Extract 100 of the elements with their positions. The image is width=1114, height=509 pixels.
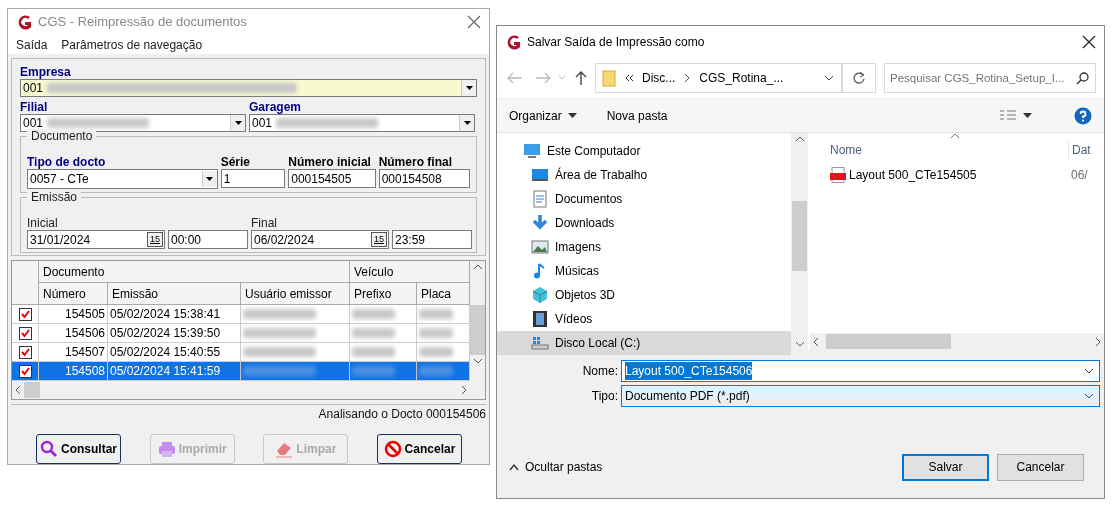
date-value: 31/01/2024 bbox=[30, 231, 91, 249]
table-cell: 05/02/2024 15:38:41 bbox=[108, 305, 241, 324]
view-list-icon bbox=[999, 109, 1017, 122]
combo-box[interactable]: 001 bbox=[20, 79, 477, 97]
printer-icon bbox=[157, 440, 176, 458]
file-item[interactable]: Layout 500_CTe154505 bbox=[810, 166, 1071, 184]
drive-icon bbox=[531, 334, 549, 352]
cancel-icon bbox=[383, 440, 402, 458]
nav-item[interactable]: Documentos bbox=[497, 187, 791, 211]
chevrons-icon bbox=[624, 73, 634, 83]
calendar-button[interactable]: 15 bbox=[147, 232, 163, 247]
close-icon[interactable] bbox=[1082, 35, 1096, 49]
field-label: Tipo de docto bbox=[27, 155, 107, 169]
date-field[interactable]: 06/02/2024 15 bbox=[251, 230, 389, 249]
pdf-file-icon bbox=[830, 167, 846, 183]
checkbox[interactable] bbox=[18, 307, 32, 321]
cube-icon bbox=[531, 286, 549, 304]
column-header[interactable]: Usuário emissor bbox=[241, 283, 350, 305]
toolbar-button[interactable]: Organizar bbox=[509, 106, 577, 125]
search-field[interactable]: Pesquisar CGS_Rotina_Setup_I... bbox=[884, 63, 1096, 93]
document-icon bbox=[531, 190, 549, 208]
table-cell: 05/02/2024 15:41:59 bbox=[108, 362, 241, 381]
refresh-button[interactable] bbox=[841, 63, 876, 93]
combo-value: 001 bbox=[23, 115, 44, 131]
field-label: Nome: bbox=[581, 363, 618, 380]
breadcrumb-item[interactable]: CGS_Rotina_... bbox=[699, 69, 784, 87]
menu-item[interactable]: Parâmetros de navegação bbox=[61, 35, 203, 54]
search-icon bbox=[40, 440, 58, 458]
field-label: Inicial bbox=[27, 216, 59, 230]
column-header[interactable]: Prefixo bbox=[350, 283, 417, 305]
nav-item[interactable]: Imagens bbox=[497, 235, 791, 259]
date-field[interactable]: 31/01/2024 15 bbox=[27, 230, 165, 249]
action-button[interactable]: Consultar bbox=[36, 434, 121, 464]
view-button[interactable] bbox=[999, 109, 1032, 122]
column-header[interactable]: Dat bbox=[1068, 141, 1091, 159]
time-field[interactable]: 23:59 bbox=[392, 230, 472, 249]
blurred-text bbox=[419, 366, 453, 376]
up-icon[interactable] bbox=[573, 70, 589, 86]
refresh-icon bbox=[851, 71, 866, 85]
caret-icon bbox=[1023, 112, 1032, 119]
scrollbar-thumb[interactable] bbox=[826, 334, 951, 349]
column-group-header: Documento bbox=[39, 261, 350, 283]
text-field[interactable]: 000154505 bbox=[288, 169, 376, 188]
dropdown-arrow-icon[interactable] bbox=[205, 175, 215, 183]
nav-item[interactable]: Disco Local (C:) bbox=[497, 331, 791, 355]
help-icon[interactable] bbox=[1074, 106, 1092, 125]
search-icon bbox=[1076, 71, 1090, 85]
menu-item[interactable]: Saída bbox=[16, 35, 48, 54]
nav-item[interactable]: Vídeos bbox=[497, 307, 791, 331]
app-logo-icon bbox=[505, 34, 521, 50]
combo-box[interactable]: 0057 - CTe bbox=[27, 169, 218, 189]
column-header[interactable]: Placa bbox=[417, 283, 470, 305]
field-label: Empresa bbox=[20, 65, 72, 79]
dialog-button[interactable]: Salvar bbox=[902, 453, 989, 481]
text-field[interactable]: 000154508 bbox=[378, 169, 470, 188]
combo-box[interactable]: 001 bbox=[20, 114, 246, 132]
toolbar-button[interactable]: Nova pasta bbox=[606, 106, 668, 125]
field-label: Número inicial bbox=[288, 155, 372, 169]
column-group-header: Veículo bbox=[350, 261, 470, 283]
nav-item[interactable]: Este Computador bbox=[497, 139, 791, 163]
text-field[interactable]: 1 bbox=[220, 169, 286, 188]
hide-folders-button[interactable]: Ocultar pastas bbox=[509, 458, 603, 476]
checkbox[interactable] bbox=[18, 326, 32, 340]
breadcrumb-item[interactable]: Disc... bbox=[642, 69, 676, 87]
combo-value: 001 bbox=[252, 115, 273, 132]
nav-item[interactable]: Músicas bbox=[497, 259, 791, 283]
computer-icon bbox=[523, 142, 541, 160]
column-header[interactable]: Número bbox=[39, 283, 108, 305]
field-label: Garagem bbox=[249, 100, 303, 114]
table-cell: 154505 bbox=[39, 305, 108, 324]
checkbox[interactable] bbox=[18, 345, 32, 359]
scrollbar-thumb[interactable] bbox=[470, 305, 485, 355]
dropdown-arrow-icon[interactable] bbox=[462, 119, 472, 127]
file-date: 06/ bbox=[1071, 167, 1088, 184]
nav-item[interactable]: Área de Trabalho bbox=[497, 163, 791, 187]
dropdown-arrow-icon[interactable] bbox=[464, 84, 474, 92]
combo-box[interactable]: 001 bbox=[249, 114, 475, 132]
scrollbar-thumb[interactable] bbox=[792, 201, 807, 271]
dialog-button[interactable]: Cancelar bbox=[997, 453, 1084, 481]
scrollbar-thumb[interactable] bbox=[24, 382, 40, 398]
caret-icon bbox=[567, 112, 577, 119]
table-cell: 05/02/2024 15:40:55 bbox=[108, 343, 241, 362]
type-dropdown[interactable]: Documento PDF (*.pdf) bbox=[621, 385, 1100, 407]
nav-item[interactable]: Downloads bbox=[497, 211, 791, 235]
folder-icon bbox=[602, 69, 616, 87]
eraser-icon bbox=[275, 440, 294, 458]
calendar-button[interactable]: 15 bbox=[371, 232, 387, 247]
table-cell: 154508 bbox=[39, 362, 108, 381]
time-field[interactable]: 00:00 bbox=[168, 230, 248, 249]
action-button[interactable]: Cancelar bbox=[376, 434, 462, 464]
column-header[interactable]: Nome bbox=[810, 141, 1068, 159]
dropdown-arrow-icon[interactable] bbox=[233, 119, 243, 127]
checkbox[interactable] bbox=[18, 364, 32, 378]
column-header[interactable]: Emissão bbox=[108, 283, 241, 305]
sort-caret-icon bbox=[950, 133, 960, 139]
nav-item[interactable]: Objetos 3D bbox=[497, 283, 791, 307]
group-label: Emissão bbox=[27, 190, 81, 204]
table-cell: 154506 bbox=[39, 324, 108, 343]
name-field[interactable]: Layout 500_CTe154506 bbox=[621, 360, 1100, 382]
group-label: Documento bbox=[27, 129, 97, 143]
